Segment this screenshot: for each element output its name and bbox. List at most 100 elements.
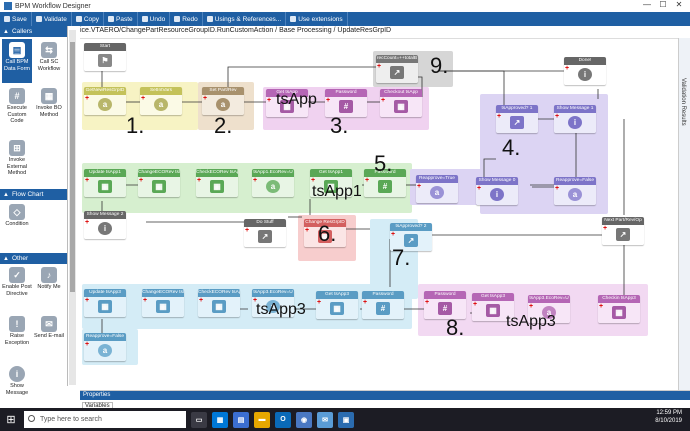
minimize-button[interactable]: — <box>640 0 654 9</box>
add-icon: + <box>599 303 604 310</box>
add-icon: + <box>305 227 310 234</box>
node-title: Password <box>424 291 466 299</box>
toolbox-scrollbar[interactable] <box>69 30 76 385</box>
node-checkout-tsapp[interactable]: Checkout tsApp ▦ + <box>380 89 422 117</box>
scrollbar-thumb[interactable] <box>70 42 75 292</box>
node-title: SetIntVars <box>140 87 182 95</box>
abc-icon: a <box>216 98 230 111</box>
close-button[interactable]: ✕ <box>672 0 686 9</box>
method-icon: ▦ <box>330 302 344 315</box>
node-showmessage0[interactable]: Show Message 0 i + <box>476 177 518 205</box>
tool-invoke-external-method[interactable]: ⊞ Invoke External Method <box>2 140 32 177</box>
node-update-tsapp3[interactable]: Update tsApp3 ▦ + <box>84 289 126 317</box>
tool-invoke-bo-method[interactable]: ▦ Invoke BO Method <box>34 88 64 118</box>
file-explorer-icon[interactable]: ▬ <box>254 411 270 428</box>
flowchart-header[interactable]: ▲ Flow Chart <box>0 189 67 200</box>
validate-button[interactable]: Validate <box>32 12 72 26</box>
node-tsapp1-ecorev[interactable]: tsApp1.EcoRev=U a + <box>252 169 294 197</box>
tool-enable-post-directive[interactable]: ✓ Enable Post Directive <box>2 267 32 297</box>
tool-call-sc-workflow[interactable]: ⇆ Call SC Workflow <box>34 42 64 72</box>
annotation-2: 2. <box>214 113 233 138</box>
bpm-designer-taskbar-icon[interactable]: ▣ <box>338 411 354 428</box>
breadcrumb: ice.VTAERO/ChangePartResourceGroupID.Run… <box>80 27 678 38</box>
workflow-canvas[interactable]: Start ⚑ GetNewResGrpID a + SetIntVars a + Set… <box>80 38 678 390</box>
annotation-4: 4. <box>502 135 521 160</box>
node-title: CheckECORev tsAp <box>196 169 238 177</box>
node-title: CheckECORev tsAp <box>198 289 240 297</box>
annotation-tsapp1: tsApp1 <box>312 183 362 200</box>
node-checkecorev3[interactable]: CheckECORev tsAp ▦ + <box>198 289 240 317</box>
undo-icon <box>141 16 148 22</box>
app-icon-b[interactable]: ✉ <box>317 411 333 428</box>
add-icon: + <box>417 183 422 190</box>
add-icon: + <box>497 113 502 120</box>
add-icon: + <box>473 301 478 308</box>
node-showmessage1[interactable]: Show Message 1 i + <box>554 105 596 133</box>
node-update-tsapp1[interactable]: Update tsApp1 ▦ + <box>84 169 126 197</box>
warning-icon: ! <box>9 316 25 332</box>
node-title: Show Message 1 <box>554 105 596 113</box>
calculator-icon[interactable]: ▦ <box>212 411 228 428</box>
node-checkecorev1[interactable]: CheckECORev tsAp ▦ + <box>196 169 238 197</box>
app-icon-a[interactable]: ◉ <box>296 411 312 428</box>
tool-execute-custom-code[interactable]: # Execute Custom Code <box>2 88 32 125</box>
tool-label: Enable Post Directive <box>2 284 32 297</box>
extensions-button[interactable]: Use extensions <box>286 12 348 26</box>
redo-button[interactable]: Redo <box>170 12 203 26</box>
node-reapprove-false1[interactable]: Reapprove=False a + <box>554 177 596 205</box>
node-setintvars[interactable]: SetIntVars a + <box>140 87 182 115</box>
save-button[interactable]: Save <box>0 12 32 26</box>
usings-button[interactable]: Usings & References... <box>203 12 287 26</box>
tool-call-bpm-data-form[interactable]: ▤ Call BPM Data Form <box>2 39 32 83</box>
tool-label: Invoke BO Method <box>36 105 62 118</box>
node-getnewresgrpid[interactable]: GetNewResGrpID a + <box>84 87 126 115</box>
node-title: Checkin tsApp3 <box>598 295 640 303</box>
abc-icon: a <box>154 98 168 111</box>
tool-show-message[interactable]: i Show Message <box>2 366 32 396</box>
add-icon: + <box>381 97 386 104</box>
search-placeholder: Type here to search <box>40 416 102 423</box>
files-icon[interactable]: ▤ <box>233 411 249 428</box>
node-checkin-tsapp3[interactable]: Checkin tsApp3 ▦ + <box>598 295 640 323</box>
taskbar-search-input[interactable]: Type here to search <box>24 411 186 428</box>
windows-start-button[interactable]: ⊞ <box>0 408 22 431</box>
node-tsapproved1[interactable]: tsApproved? 1 ↗ + <box>496 105 538 133</box>
node-reapprove-false3[interactable]: Reapprove=False a + <box>84 333 126 361</box>
node-changeecorev1[interactable]: ChangeECORev tsl ▦ + <box>138 169 180 197</box>
paste-button[interactable]: Paste <box>104 12 138 26</box>
tool-label: Show Message <box>5 383 29 396</box>
other-header[interactable]: ▲ Other <box>0 253 67 264</box>
node-password3[interactable]: Password # + <box>362 291 404 319</box>
undo-button[interactable]: Undo <box>138 12 171 26</box>
node-dostuff[interactable]: Do Stuff ↗ + <box>244 219 286 247</box>
annotation-1: 1. <box>126 113 145 138</box>
code-icon: # <box>438 302 452 315</box>
tool-send-email[interactable]: ✉ Send E-mail <box>34 316 64 340</box>
node-showmessage2[interactable]: Show Message 2 i + <box>84 211 126 239</box>
add-icon: + <box>555 113 560 120</box>
node-title: Show Message 2 <box>84 211 126 219</box>
node-done[interactable]: Done! i + <box>564 57 606 85</box>
extensions-label: Use extensions <box>298 15 343 23</box>
node-changeecorev3[interactable]: ChangeECORev tsl ▦ + <box>142 289 184 317</box>
validation-results-tab[interactable]: Validation Results <box>678 38 690 390</box>
tool-notify-me[interactable]: ♪ Notify Me <box>34 267 64 291</box>
add-icon: + <box>267 97 272 104</box>
add-icon: + <box>363 299 368 306</box>
node-get-tsapp3-a[interactable]: Get tsApp3 ▦ + <box>316 291 358 319</box>
maximize-button[interactable]: ☐ <box>656 0 670 9</box>
node-reapprove-true[interactable]: Reapprove=True a + <box>416 175 458 203</box>
node-reccount[interactable]: recCount=++totalB ↗ + <box>376 55 418 83</box>
node-next-part[interactable]: Next Part/Rev/Op ↗ + <box>602 217 644 245</box>
outlook-icon[interactable]: O <box>275 411 291 428</box>
node-title: Start <box>84 43 126 51</box>
task-view-icon[interactable]: ▭ <box>191 411 207 428</box>
node-start[interactable]: Start ⚑ <box>84 43 126 71</box>
info-icon: i <box>9 366 25 382</box>
node-setpartrev[interactable]: Set Part/Rev a + <box>202 87 244 115</box>
tool-raise-exception[interactable]: ! Raise Exception <box>2 316 32 346</box>
callers-header[interactable]: ▲ Callers <box>0 26 67 37</box>
tool-condition[interactable]: ◇ Condition <box>2 204 32 228</box>
windows-taskbar: ⊞ Type here to search ▭ ▦ ▤ ▬ O ◉ ✉ ▣ <box>0 408 690 431</box>
copy-button[interactable]: Copy <box>72 12 105 26</box>
